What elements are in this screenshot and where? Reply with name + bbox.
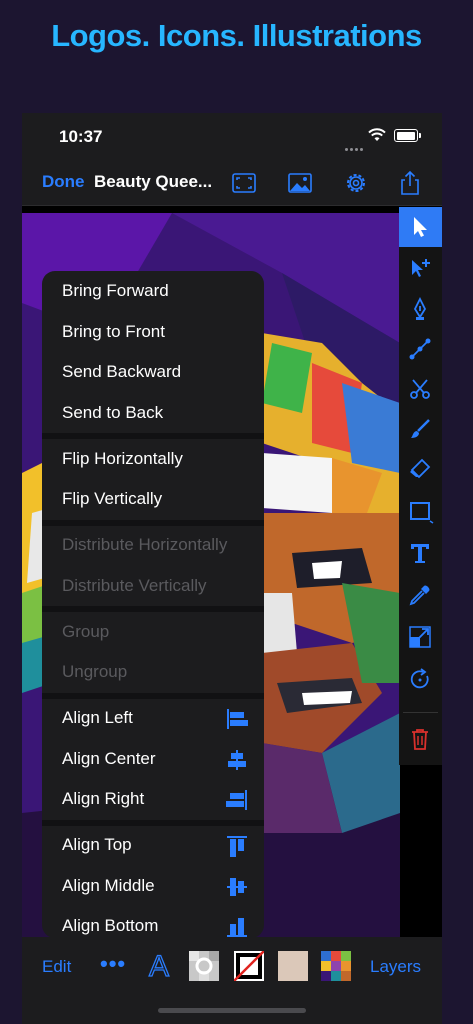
menu-item-flip-horizontally[interactable]: Flip Horizontally: [42, 439, 264, 479]
menu-item-align-bottom[interactable]: Align Bottom: [42, 906, 264, 938]
menu-item-align-top[interactable]: Align Top: [42, 825, 264, 865]
align-left-icon: [227, 709, 248, 729]
menu-item-label: Flip Vertically: [62, 489, 163, 508]
home-indicator: [158, 1008, 306, 1013]
menu-item-flip-vertically[interactable]: Flip Vertically: [42, 479, 264, 519]
menu-item-bring-to-front[interactable]: Bring to Front: [42, 312, 264, 352]
rectangle-icon[interactable]: [399, 491, 442, 531]
trash-icon[interactable]: [399, 719, 442, 759]
menu-item-align-right[interactable]: Align Right: [42, 779, 264, 819]
align-center-icon: [228, 749, 246, 770]
device-screen: 10:37 Done Beauty Quee... Bring Forward …: [22, 113, 442, 1024]
text-style-icon[interactable]: A: [144, 949, 174, 981]
align-right-icon: [226, 790, 247, 810]
svg-text:A: A: [149, 950, 169, 981]
menu-item-send-backward[interactable]: Send Backward: [42, 352, 264, 392]
align-top-icon: [227, 836, 247, 857]
share-icon[interactable]: [396, 170, 424, 196]
menu-item-label: Distribute Vertically: [62, 575, 207, 595]
transform-icon[interactable]: [399, 617, 442, 657]
gear-icon[interactable]: [342, 170, 370, 196]
color-palette-icon[interactable]: [321, 951, 351, 981]
scissors-icon[interactable]: [399, 369, 442, 409]
bottom-toolbar: Edit ••• A Layers: [22, 937, 442, 1024]
menu-item-label: Bring Forward: [62, 281, 169, 300]
menu-item-label: Align Top: [62, 835, 132, 854]
color-swatch[interactable]: [278, 951, 308, 981]
navigation-bar: Done Beauty Quee...: [22, 161, 442, 206]
done-button[interactable]: Done: [42, 172, 85, 192]
tools-divider: [403, 712, 438, 713]
text-tool-icon[interactable]: [399, 533, 442, 573]
menu-item-label: Bring to Front: [62, 321, 165, 341]
layers-button[interactable]: Layers: [370, 957, 421, 977]
menu-item-label: Send to Back: [62, 402, 164, 422]
eyedropper-icon[interactable]: [399, 575, 442, 615]
edit-button[interactable]: Edit: [42, 957, 71, 977]
align-bottom-icon: [227, 918, 247, 937]
menu-item-align-middle[interactable]: Align Middle: [42, 866, 264, 906]
bezier-icon[interactable]: [399, 329, 442, 369]
align-middle-icon: [227, 877, 247, 896]
menu-item-label: Align Left: [62, 708, 133, 727]
menu-item-label: Send Backward: [62, 362, 182, 381]
menu-item-label: Align Right: [62, 789, 145, 808]
menu-item-group: Group: [42, 612, 264, 652]
menu-item-label: Distribute Horizontally: [62, 535, 228, 554]
pen-tool-icon[interactable]: [399, 289, 442, 329]
promo-headline: Logos. Icons. Illustrations: [51, 18, 422, 53]
menu-item-distribute-vertically: Distribute Vertically: [42, 566, 264, 606]
image-icon[interactable]: [286, 170, 314, 196]
menu-item-align-left[interactable]: Align Left: [42, 698, 264, 738]
menu-item-label: Align Middle: [62, 875, 155, 895]
menu-item-label: Align Center: [62, 748, 156, 768]
status-time: 10:37: [59, 127, 103, 146]
menu-item-label: Group: [62, 621, 110, 641]
menu-item-bring-forward[interactable]: Bring Forward: [42, 271, 264, 311]
wifi-icon: [368, 128, 386, 141]
more-button[interactable]: •••: [100, 951, 126, 977]
status-bar: 10:37: [22, 113, 442, 161]
select-arrow-icon[interactable]: [399, 207, 442, 247]
rotate-icon[interactable]: [399, 659, 442, 699]
menu-item-ungroup: Ungroup: [42, 652, 264, 692]
document-title: Beauty Quee...: [94, 172, 213, 191]
brush-icon[interactable]: [399, 409, 442, 449]
fit-screen-icon[interactable]: [230, 170, 258, 196]
cellular-signal-icon: [345, 138, 365, 156]
fill-pattern-icon[interactable]: [189, 951, 219, 981]
stroke-style-icon[interactable]: [234, 951, 264, 981]
battery-icon: [394, 129, 421, 142]
menu-pointer: [101, 937, 125, 947]
arrange-context-menu: Bring Forward Bring to Front Send Backward…: [42, 271, 264, 938]
menu-item-align-center[interactable]: Align Center: [42, 739, 264, 779]
menu-item-label: Align Bottom: [62, 916, 159, 935]
menu-item-distribute-horizontally: Distribute Horizontally: [42, 525, 264, 565]
menu-item-label: Flip Horizontally: [62, 448, 183, 468]
tools-sidebar: [399, 207, 442, 765]
menu-item-send-to-back[interactable]: Send to Back: [42, 393, 264, 433]
menu-item-label: Ungroup: [62, 662, 128, 681]
eraser-icon[interactable]: [399, 449, 442, 489]
node-select-icon[interactable]: [399, 249, 442, 289]
